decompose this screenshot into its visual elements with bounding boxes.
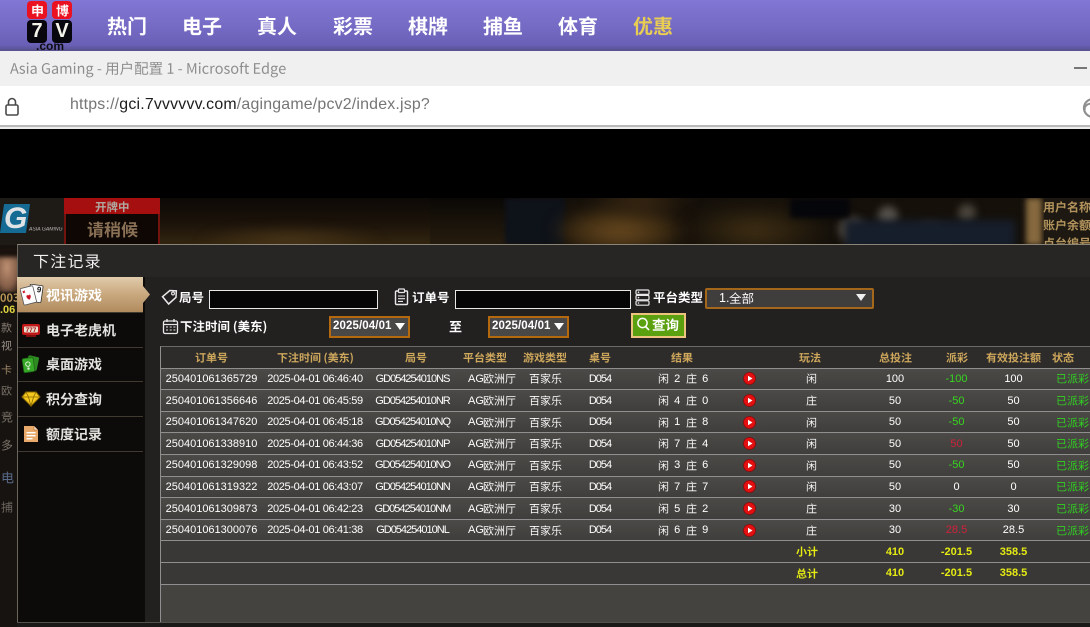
svg-text:777: 777 xyxy=(26,327,37,334)
